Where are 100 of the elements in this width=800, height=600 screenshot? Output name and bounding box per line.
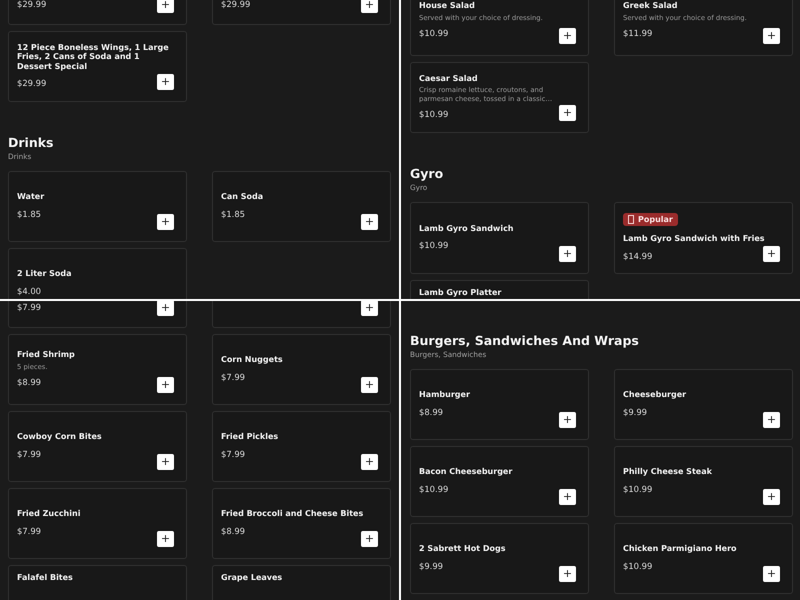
- add-button[interactable]: +: [559, 566, 576, 582]
- item-name: Grape Leaves: [221, 573, 282, 582]
- menu-item-card[interactable]: 12 Piece Boneless Wings, 1 Large Fries, 2 Cans of Soda and 1 Dessert Special $29.99 +: [8, 31, 187, 102]
- menu-item-card[interactable]: +: [212, 301, 391, 328]
- item-price: $8.99: [419, 406, 443, 418]
- item-name: Caesar Salad: [419, 74, 478, 84]
- add-button[interactable]: +: [559, 246, 576, 262]
- item-name: Hamburger: [419, 390, 470, 400]
- section-title: Burgers, Sandwiches And Wraps: [410, 332, 640, 349]
- menu-item-card[interactable]: 2 Liter Soda $4.00: [8, 248, 187, 299]
- menu-item-card[interactable]: Grape Leaves: [212, 565, 391, 600]
- menu-item-card[interactable]: 2 Sabrett Hot Dogs $9.99 +: [410, 523, 589, 594]
- add-button[interactable]: +: [157, 301, 174, 316]
- add-button[interactable]: +: [157, 214, 174, 230]
- menu-item-card[interactable]: Chicken Parmigiano Hero $10.99 +: [614, 523, 793, 594]
- item-name: Fried Pickles: [221, 432, 278, 442]
- item-price: $10.99: [419, 482, 448, 495]
- menu-item-card[interactable]: Bacon Cheeseburger $10.99 +: [410, 446, 589, 517]
- add-button[interactable]: +: [559, 489, 576, 505]
- item-price: $29.99: [221, 0, 250, 10]
- item-price: $10.99: [623, 560, 652, 572]
- menu-item-card[interactable]: Corn Nuggets $7.99 +: [212, 334, 391, 405]
- menu-item-card[interactable]: Hamburger $8.99 +: [410, 369, 589, 440]
- add-button[interactable]: +: [157, 0, 174, 13]
- item-price: $8.99: [17, 376, 41, 388]
- add-button[interactable]: +: [763, 246, 780, 262]
- item-name: 12 Piece Boneless Wings, 1 Large Fries, 2 Cans of Soda and 1 Dessert Special: [17, 42, 170, 72]
- item-price: $1.85: [17, 208, 41, 220]
- item-price: $29.99: [17, 0, 46, 10]
- item-name: Bacon Cheeseburger: [419, 467, 512, 477]
- item-name: Chicken Parmigiano Hero: [623, 544, 737, 554]
- menu-item-card[interactable]: Lamb Gyro Platter: [410, 280, 589, 299]
- item-name: Greek Salad: [623, 1, 678, 11]
- item-price: $10.99: [419, 108, 448, 120]
- item-name: 2 Sabrett Hot Dogs: [419, 544, 506, 554]
- item-name: Cowboy Corn Bites: [17, 432, 102, 442]
- add-button[interactable]: +: [763, 566, 780, 582]
- item-price: $4.00: [17, 284, 41, 297]
- item-name: Lamb Gyro Platter: [419, 288, 502, 297]
- menu-item-card[interactable]: $7.99 +: [8, 301, 187, 328]
- section-title: Drinks: [8, 134, 54, 151]
- menu-item-card[interactable]: Lamb Gyro Sandwich $10.99 +: [410, 202, 589, 274]
- add-button[interactable]: +: [763, 412, 780, 428]
- menu-item-card[interactable]: Can Soda $1.85 +: [212, 171, 391, 242]
- item-price: $11.99: [623, 26, 652, 39]
- menu-item-card[interactable]: Philly Cheese Steak $10.99 +: [614, 446, 793, 517]
- item-name: Cheeseburger: [623, 390, 686, 400]
- add-button[interactable]: +: [157, 531, 174, 547]
- item-price: $9.99: [623, 406, 647, 418]
- add-button[interactable]: +: [361, 531, 378, 547]
- menu-item-card[interactable]: $29.99 +: [212, 0, 391, 25]
- menu-item-card[interactable]: $29.99 +: [8, 0, 187, 25]
- menu-item-card[interactable]: Water $1.85 +: [8, 171, 187, 242]
- menu-item-card[interactable]: Falafel Bites: [8, 565, 187, 600]
- item-price: $29.99: [17, 77, 46, 90]
- item-name: Philly Cheese Steak: [623, 467, 712, 477]
- item-name: Corn Nuggets: [221, 355, 283, 365]
- add-button[interactable]: +: [361, 0, 378, 13]
- menu-item-card[interactable]: Fried Pickles $7.99 +: [212, 411, 391, 482]
- item-price: $7.99: [221, 370, 245, 383]
- add-button[interactable]: +: [361, 301, 378, 316]
- item-name: 2 Liter Soda: [17, 269, 72, 279]
- badge-label: Popular: [638, 215, 673, 224]
- item-name: Fried Broccoli and Cheese Bites: [221, 509, 364, 519]
- add-button[interactable]: +: [763, 489, 780, 505]
- item-price: $14.99: [623, 250, 652, 262]
- menu-item-card[interactable]: Fried Broccoli and Cheese Bites $8.99 +: [212, 488, 391, 559]
- item-price: $10.99: [623, 482, 652, 495]
- item-name: Can Soda: [221, 192, 264, 202]
- add-button[interactable]: +: [157, 377, 174, 393]
- add-button[interactable]: +: [157, 454, 174, 470]
- item-price: $7.99: [17, 524, 41, 537]
- item-name: Fried Shrimp: [17, 350, 75, 360]
- add-button[interactable]: +: [559, 412, 576, 428]
- add-button[interactable]: +: [559, 105, 576, 121]
- add-button[interactable]: +: [157, 74, 174, 90]
- menu-item-card[interactable]: Popular Lamb Gyro Sandwich with Fries $14.99 +: [614, 202, 793, 274]
- item-price: $10.99: [419, 26, 448, 39]
- add-button[interactable]: +: [763, 28, 780, 44]
- item-price: $1.85: [221, 208, 245, 220]
- item-price: $7.99: [17, 448, 41, 460]
- item-price: $10.99: [419, 239, 448, 251]
- add-button[interactable]: +: [559, 28, 576, 44]
- item-price: $8.99: [221, 524, 245, 537]
- item-name: Lamb Gyro Sandwich with Fries: [623, 234, 765, 244]
- add-button[interactable]: +: [361, 454, 378, 470]
- box-icon: [628, 215, 634, 224]
- add-button[interactable]: +: [361, 214, 378, 230]
- item-name: Water: [17, 192, 44, 202]
- section-title: Gyro: [410, 165, 444, 182]
- add-button[interactable]: +: [361, 377, 378, 393]
- item-name: Falafel Bites: [17, 573, 73, 582]
- item-name: Lamb Gyro Sandwich: [419, 224, 514, 233]
- menu-item-card[interactable]: Cowboy Corn Bites $7.99 +: [8, 411, 187, 482]
- item-price: $7.99: [221, 448, 245, 460]
- item-price: $7.99: [17, 301, 41, 313]
- item-name: Fried Zucchini: [17, 509, 80, 519]
- menu-item-card[interactable]: Cheeseburger $9.99 +: [614, 369, 793, 440]
- menu-item-card[interactable]: Fried Zucchini $7.99 +: [8, 488, 187, 559]
- item-name: House Salad: [419, 1, 475, 11]
